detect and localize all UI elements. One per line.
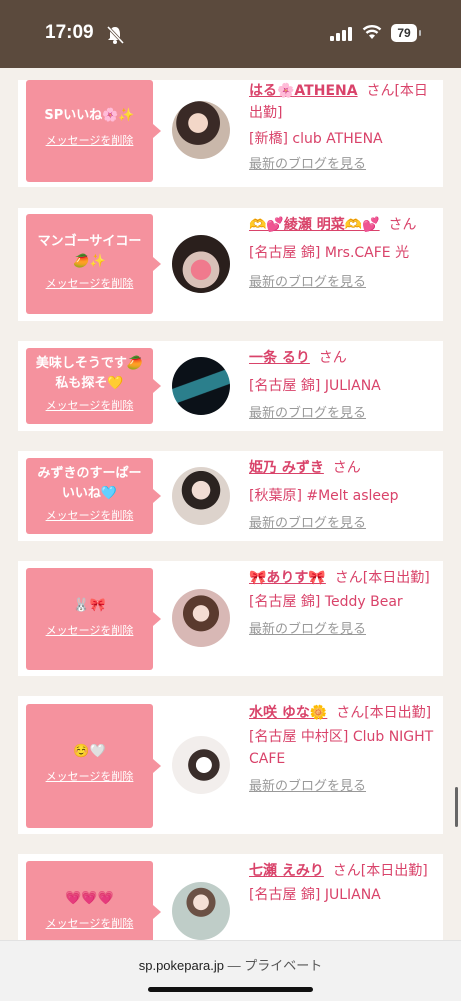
delete-message-link[interactable]: メッセージを削除 [46,275,134,291]
delete-message-link[interactable]: メッセージを削除 [46,622,134,638]
status-time: 17:09 [45,22,94,43]
avatar[interactable] [172,467,230,525]
blog-link[interactable]: 最新のブログを見る [249,403,435,425]
honorific: さん [318,350,347,366]
list-item: 🐰🎀 メッセージを削除 🎀ありす🎀 さん[本日出勤] [名古屋 錦] Teddy… [18,561,443,676]
message-text-line2: 🥭✨ [73,254,106,269]
message-bubble: 美味しそうです🥭 私も探そ💛 メッセージを削除 [26,348,161,424]
message-text: 💗💗💗 [65,891,114,906]
shop-name: [名古屋 錦] Mrs.CAFE 光 [249,245,410,261]
avatar[interactable] [172,357,230,415]
message-text: 美味しそうです🥭 [35,356,144,371]
message-text: マンゴーサイコー [37,234,142,249]
blog-link[interactable]: 最新のブログを見る [249,513,435,535]
avatar[interactable] [172,235,230,293]
message-bubble: SPいいね🌸✨ メッセージを削除 [26,80,161,182]
scrollbar[interactable] [455,787,458,827]
url-text: sp.pokepara.jp [138,958,225,973]
delete-message-link[interactable]: メッセージを削除 [46,397,134,413]
home-indicator[interactable] [148,987,313,992]
profile-info: 🫶💕綾瀬 明菜🫶💕 さん [名古屋 錦] Mrs.CAFE 光 最新のブログを見… [249,214,435,294]
message-text: SPいいね🌸✨ [44,108,135,123]
honorific: さん [388,217,417,233]
profile-name-link[interactable]: 姫乃 みずき [249,460,324,476]
status-bar: 17:09 79 [0,0,461,68]
list-item: 💗💗💗 メッセージを削除 七瀬 えみり さん[本日出勤] [名古屋 錦] JUL… [18,854,443,940]
profile-name-link[interactable]: 水咲 ゆな🌼 [249,705,327,721]
list-item: マンゴーサイコー 🥭✨ メッセージを削除 🫶💕綾瀬 明菜🫶💕 さん [名古屋 錦… [18,208,443,321]
message-bubble: 🐰🎀 メッセージを削除 [26,568,161,670]
blog-link[interactable]: 最新のブログを見る [249,619,435,641]
message-text-line2: 私も探そ💛 [55,376,124,391]
delete-message-link[interactable]: メッセージを削除 [46,768,134,784]
list-item: 美味しそうです🥭 私も探そ💛 メッセージを削除 一条 るり さん [名古屋 錦]… [18,341,443,431]
shop-name: [新橋] club ATHENA [249,131,383,147]
profile-name-link[interactable]: 🎀ありす🎀 [249,570,326,586]
wifi-icon [362,25,382,39]
shop-name: [秋葉原] #Melt asleep [249,488,399,504]
list-item: みずきのすーぱー いいね🩵 メッセージを削除 姫乃 みずき さん [秋葉原] #… [18,451,443,541]
shop-name: [名古屋 錦] Teddy Bear [249,594,403,610]
honorific: さん [336,705,365,721]
honorific: さん [366,83,395,99]
bell-muted-icon [106,25,125,45]
browser-bar: sp.pokepara.jp — プライベート [0,940,461,1001]
delete-message-link[interactable]: メッセージを削除 [46,132,134,148]
profile-name-link[interactable]: 🫶💕綾瀬 明菜🫶💕 [249,217,380,233]
today-badge: [本日出勤] [362,570,430,586]
avatar[interactable] [172,736,230,794]
profile-info: 🎀ありす🎀 さん[本日出勤] [名古屋 錦] Teddy Bear 最新のブログ… [249,567,435,641]
delete-message-link[interactable]: メッセージを削除 [46,915,134,931]
list-item: SPいいね🌸✨ メッセージを削除 はる🌸ATHENA さん[本日出勤] [新橋]… [18,80,443,187]
avatar[interactable] [172,101,230,159]
blog-link[interactable]: 最新のブログを見る [249,272,435,294]
message-text: ☺️🤍 [73,744,106,759]
like-message-feed[interactable]: SPいいね🌸✨ メッセージを削除 はる🌸ATHENA さん[本日出勤] [新橋]… [0,68,461,940]
profile-info: はる🌸ATHENA さん[本日出勤] [新橋] club ATHENA 最新のブ… [249,80,435,176]
blog-link[interactable]: 最新のブログを見る [249,154,435,176]
url-bar[interactable]: sp.pokepara.jp — プライベート [0,955,461,974]
today-badge: [本日出勤] [360,863,428,879]
list-item: ☺️🤍 メッセージを削除 水咲 ゆな🌼 さん[本日出勤] [名古屋 中村区] C… [18,696,443,834]
message-text-line2: いいね🩵 [61,486,118,501]
profile-info: 七瀬 えみり さん[本日出勤] [名古屋 錦] JULIANA [249,860,435,906]
message-bubble: ☺️🤍 メッセージを削除 [26,704,161,828]
profile-info: 姫乃 みずき さん [秋葉原] #Melt asleep 最新のブログを見る [249,457,435,535]
message-bubble: みずきのすーぱー いいね🩵 メッセージを削除 [26,458,161,534]
profile-name-link[interactable]: はる🌸ATHENA [249,83,358,99]
profile-info: 一条 るり さん [名古屋 錦] JULIANA 最新のブログを見る [249,347,435,425]
profile-info: 水咲 ゆな🌼 さん[本日出勤] [名古屋 中村区] Club NIGHT CAF… [249,702,435,798]
shop-name: [名古屋 中村区] Club NIGHT CAFE [249,729,434,767]
delete-message-link[interactable]: メッセージを削除 [46,507,134,523]
battery-nub [419,30,421,36]
profile-name-link[interactable]: 一条 るり [249,350,310,366]
shop-name: [名古屋 錦] JULIANA [249,887,381,903]
profile-name-link[interactable]: 七瀬 えみり [249,863,324,879]
private-mode-label: — プライベート [227,958,323,973]
signal-icon [330,27,352,41]
honorific: さん [332,863,361,879]
message-bubble: マンゴーサイコー 🥭✨ メッセージを削除 [26,214,161,314]
avatar[interactable] [172,589,230,647]
blog-link[interactable]: 最新のブログを見る [249,776,435,798]
message-text: みずきのすーぱー [37,466,142,481]
honorific: さん [332,460,361,476]
message-bubble: 💗💗💗 メッセージを削除 [26,861,161,940]
honorific: さん [334,570,363,586]
message-text: 🐰🎀 [73,598,106,613]
avatar[interactable] [172,882,230,940]
today-badge: [本日出勤] [364,705,432,721]
battery-icon: 79 [391,24,417,42]
shop-name: [名古屋 錦] JULIANA [249,378,381,394]
